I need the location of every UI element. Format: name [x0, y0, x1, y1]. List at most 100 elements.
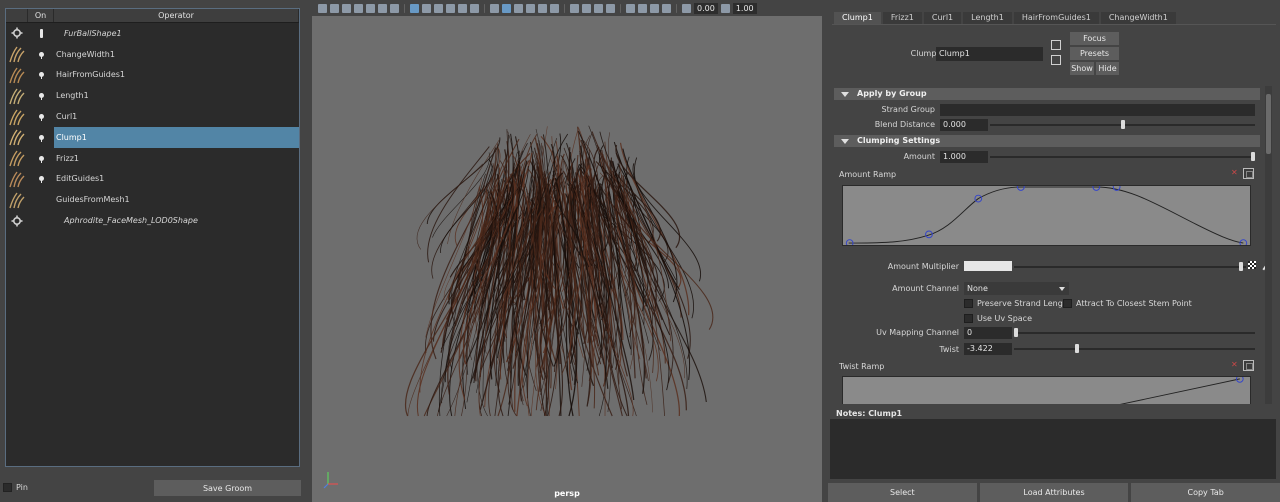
twist-ramp-expand-icon[interactable] [1243, 360, 1254, 371]
gamma-icon[interactable] [720, 3, 730, 13]
operator-row[interactable]: Aphrodite_FaceMesh_LOD0Shape [6, 210, 299, 231]
exposure-icon[interactable] [682, 3, 691, 13]
amount-channel-dropdown[interactable]: None [964, 282, 1069, 295]
motion-blur-icon[interactable] [582, 3, 591, 13]
attract-to-closest-checkbox[interactable] [1063, 299, 1072, 308]
hide-button[interactable]: Hide [1096, 62, 1119, 75]
amount-ramp-graph[interactable] [842, 185, 1251, 246]
operator-name[interactable]: FurBallShape1 [54, 23, 299, 44]
wireframe-icon[interactable] [490, 3, 499, 13]
clumping-settings-section[interactable]: Clumping Settings [834, 135, 1260, 147]
pin-toggle[interactable]: Pin [3, 483, 28, 492]
amount-ramp-delete-icon[interactable]: ✕ [1231, 168, 1238, 177]
ambient-occlusion-icon[interactable] [570, 3, 579, 13]
grease-pencil-icon[interactable] [378, 3, 387, 13]
operator-name[interactable]: Clump1 [54, 126, 299, 148]
twist-slider[interactable] [1014, 348, 1255, 350]
notes-textarea[interactable] [830, 419, 1276, 479]
save-groom-button[interactable]: Save Groom [154, 480, 301, 496]
amount-multiplier-slider-handle[interactable] [1239, 262, 1243, 271]
operator-enable-toggle[interactable] [28, 93, 54, 101]
amount-multiplier-slider[interactable] [1014, 266, 1246, 268]
load-attributes-button[interactable]: Load Attributes [979, 483, 1129, 502]
tab-clump1[interactable]: Clump1 [834, 12, 881, 24]
attribute-scroll-area[interactable]: Apply by Group Strand Group Blend Distan… [834, 86, 1271, 404]
twist-ramp-delete-icon[interactable]: ✕ [1231, 360, 1238, 369]
wireframe-on-shaded-icon[interactable] [514, 3, 523, 13]
depth-of-field-icon[interactable] [606, 3, 615, 13]
strand-group-field[interactable] [940, 104, 1255, 116]
operator-name[interactable]: HairFromGuides1 [54, 65, 299, 86]
operator-name[interactable]: EditGuides1 [54, 169, 299, 190]
operator-row[interactable]: EditGuides1 [6, 169, 299, 190]
attribute-scrollbar[interactable] [1265, 86, 1272, 404]
draw-icon[interactable] [390, 3, 399, 13]
shadows-icon[interactable] [550, 3, 559, 13]
scrollbar-thumb[interactable] [1266, 94, 1271, 154]
viewport-panel[interactable]: 0.00 1.00 persp [312, 0, 822, 502]
use-uv-space-checkbox[interactable] [964, 314, 973, 323]
exposure-value[interactable]: 0.00 [694, 2, 718, 14]
pin-checkbox[interactable] [3, 483, 12, 492]
presets-button[interactable]: Presets [1070, 47, 1119, 60]
operator-name[interactable]: Curl1 [54, 106, 299, 127]
bookmark-icon[interactable] [342, 3, 351, 13]
input-connection-icon[interactable] [1051, 40, 1061, 50]
camera-icon[interactable] [318, 3, 327, 13]
uv-mapping-channel-slider[interactable] [1014, 332, 1255, 334]
gamma-value[interactable]: 1.00 [732, 2, 757, 14]
ramp-point[interactable] [1092, 185, 1101, 191]
clump-node-field[interactable]: Clump1 [936, 47, 1043, 61]
show-button[interactable]: Show [1070, 62, 1094, 75]
header-operator[interactable]: Operator [54, 9, 299, 22]
focus-button[interactable]: Focus [1070, 32, 1119, 45]
operator-name[interactable]: GuidesFromMesh1 [54, 189, 299, 210]
preserve-strand-length-checkbox[interactable] [964, 299, 973, 308]
blend-distance-field[interactable]: 0.000 [940, 119, 988, 131]
amount-slider-handle[interactable] [1251, 152, 1255, 161]
amount-multiplier-swatch[interactable] [964, 261, 1012, 271]
operator-row[interactable]: Length1 [6, 85, 299, 106]
field-chart-icon[interactable] [458, 3, 467, 13]
isolate-select-icon[interactable] [626, 3, 635, 13]
twist-ramp-graph[interactable] [842, 376, 1251, 404]
tab-changewidth1[interactable]: ChangeWidth1 [1100, 12, 1176, 24]
amount-slider[interactable] [990, 156, 1255, 158]
textured-icon[interactable] [526, 3, 535, 13]
tab-frizz1[interactable]: Frizz1 [882, 12, 922, 24]
operator-row[interactable]: Clump1 [6, 126, 299, 148]
lights-icon[interactable] [538, 3, 547, 13]
uv-mapping-channel-slider-handle[interactable] [1014, 328, 1018, 337]
xray-icon[interactable] [638, 3, 647, 13]
twist-field[interactable]: -3.422 [964, 343, 1012, 355]
tab-curl1[interactable]: Curl1 [923, 12, 962, 24]
tab-hairfromguides1[interactable]: HairFromGuides1 [1013, 12, 1099, 24]
uv-mapping-channel-field[interactable]: 0 [964, 327, 1012, 339]
operator-name[interactable]: Frizz1 [54, 148, 299, 169]
twist-slider-handle[interactable] [1075, 344, 1079, 353]
xray-joints-icon[interactable] [650, 3, 659, 13]
operator-row[interactable]: HairFromGuides1 [6, 65, 299, 86]
film-gate-icon[interactable] [422, 3, 431, 13]
operator-row[interactable]: Frizz1 [6, 148, 299, 169]
grid-icon[interactable] [410, 3, 419, 13]
resolution-gate-icon[interactable] [434, 3, 443, 13]
camera-attrs-icon[interactable] [330, 3, 339, 13]
operator-name[interactable]: ChangeWidth1 [54, 44, 299, 65]
amount-ramp-expand-icon[interactable] [1243, 168, 1254, 179]
gate-mask-icon[interactable] [446, 3, 455, 13]
operator-row[interactable]: FurBallShape1 [6, 23, 299, 44]
ramp-point[interactable] [1017, 185, 1025, 191]
operator-name[interactable]: Length1 [54, 85, 299, 106]
apply-by-group-section[interactable]: Apply by Group [834, 88, 1260, 100]
anti-alias-icon[interactable] [594, 3, 603, 13]
smooth-shade-icon[interactable] [502, 3, 511, 13]
operator-enable-toggle[interactable] [28, 72, 54, 80]
operator-enable-toggle[interactable] [28, 155, 54, 163]
tab-length1[interactable]: Length1 [963, 12, 1012, 24]
copy-tab-button[interactable]: Copy Tab [1131, 483, 1280, 502]
operator-enable-toggle[interactable] [28, 134, 54, 142]
operator-enable-toggle[interactable] [28, 114, 54, 122]
output-connection-icon[interactable] [1051, 55, 1061, 65]
viewport-canvas[interactable] [312, 16, 822, 502]
